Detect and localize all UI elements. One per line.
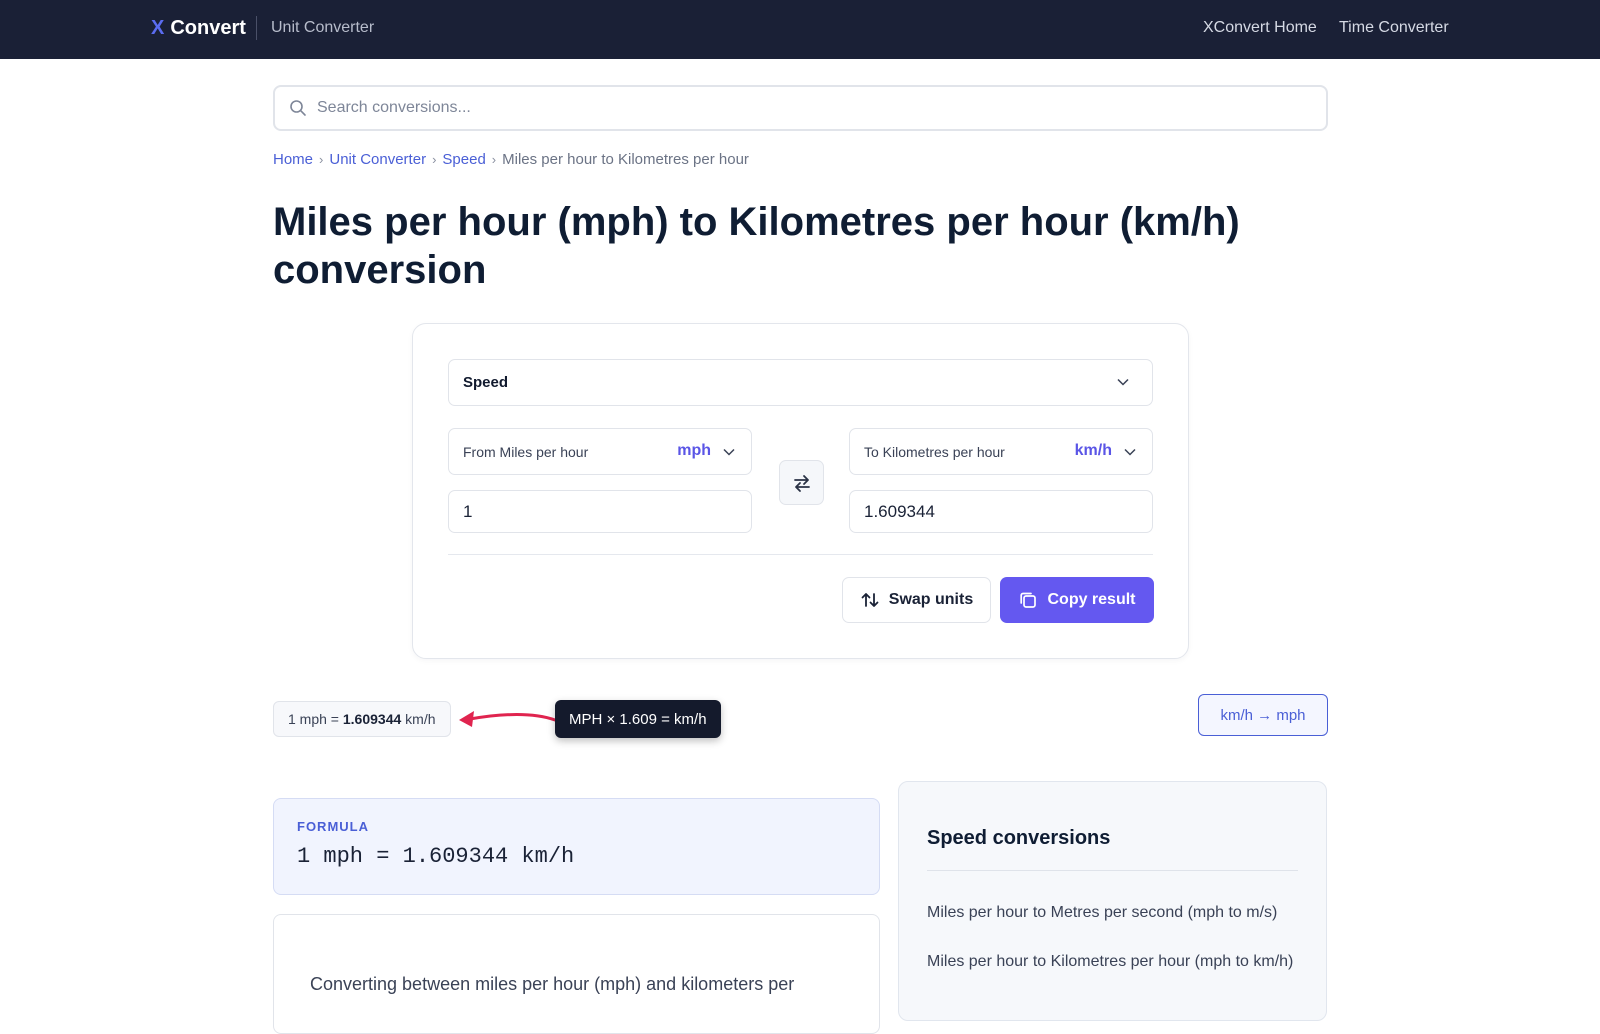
result-prefix: 1 mph = [288,711,343,727]
brand-divider [256,16,257,40]
breadcrumb-unit-converter[interactable]: Unit Converter [329,151,426,168]
to-unit-select[interactable]: To Kilometres per hour km/h [849,428,1153,475]
swap-direction-button[interactable] [779,460,824,505]
breadcrumb-home[interactable]: Home [273,151,313,168]
chevron-down-icon [1117,378,1129,386]
nav-link-xconvert-home[interactable]: XConvert Home [1203,19,1317,37]
copy-result-label: Copy result [1047,591,1136,608]
description-card: Converting between miles per hour (mph) … [273,914,880,1034]
result-equation-badge: 1 mph = 1.609344 km/h [273,701,451,737]
category-select[interactable]: Speed [448,359,1153,406]
description-text: Converting between miles per hour (mph) … [310,974,795,994]
brand-logo[interactable]: X Convert [151,17,246,40]
conversion-link-mph-to-kmh[interactable]: Miles per hour to Kilometres per hour (m… [927,950,1298,974]
speed-conversions-panel: Speed conversions Miles per hour to Metr… [898,781,1327,1021]
swap-units-label: Swap units [888,591,974,608]
chevron-down-icon [1124,448,1136,456]
nav-link-time-converter[interactable]: Time Converter [1339,19,1449,37]
page-title: Miles per hour (mph) to Kilometres per h… [273,200,1240,292]
annotation-arrow-icon [459,711,557,727]
chevron-down-icon [723,448,735,456]
from-unit-select[interactable]: From Miles per hour mph [448,428,752,475]
breadcrumb-current: Miles per hour to Kilometres per hour [502,151,749,168]
copy-icon [1020,592,1037,608]
result-suffix: km/h [401,711,436,727]
card-divider [448,554,1153,555]
result-value: 1.609344 [342,711,402,727]
converter-card: Speed From Miles per hour mph To Kilomet… [412,323,1189,659]
breadcrumb-separator-icon: › [491,152,497,167]
to-unit-label: To Kilometres per hour [864,443,1005,460]
search-icon [290,100,306,116]
from-value-input[interactable] [448,490,752,533]
copy-result-button[interactable]: Copy result [1000,577,1154,623]
from-unit-label: From Miles per hour [463,443,589,460]
to-value-input[interactable] [849,490,1153,533]
formula-tooltip: MPH × 1.609 = km/h [555,700,721,738]
breadcrumb-separator-icon: › [432,152,437,167]
swap-units-button[interactable]: Swap units [842,577,991,623]
breadcrumb: Home › Unit Converter › Speed › Miles pe… [273,151,749,168]
reverse-conversion-link[interactable]: km/h → mph [1198,694,1328,736]
formula-label: FORMULA [297,819,369,834]
to-unit-abbr: km/h [1074,442,1112,459]
formula-code: 1 mph = 1.609344 km/h [297,844,575,869]
category-select-value: Speed [463,374,509,391]
search-bar[interactable] [273,85,1328,131]
search-input[interactable] [317,99,1297,117]
brand-x: X [151,17,165,39]
swap-arrows-icon [793,474,810,492]
breadcrumb-separator-icon: › [319,152,324,167]
speed-conversions-title: Speed conversions [927,827,1298,871]
brand-subtitle: Unit Converter [271,19,375,36]
conversion-link-mph-to-ms[interactable]: Miles per hour to Metres per second (mph… [927,901,1298,925]
swap-vertical-icon [861,593,879,607]
formula-box: FORMULA 1 mph = 1.609344 km/h [273,798,880,895]
breadcrumb-speed[interactable]: Speed [442,151,485,168]
brand-name: Convert [170,17,246,39]
top-navigation-bar: X Convert Unit Converter XConvert Home T… [0,0,1600,59]
from-unit-abbr: mph [677,442,711,459]
